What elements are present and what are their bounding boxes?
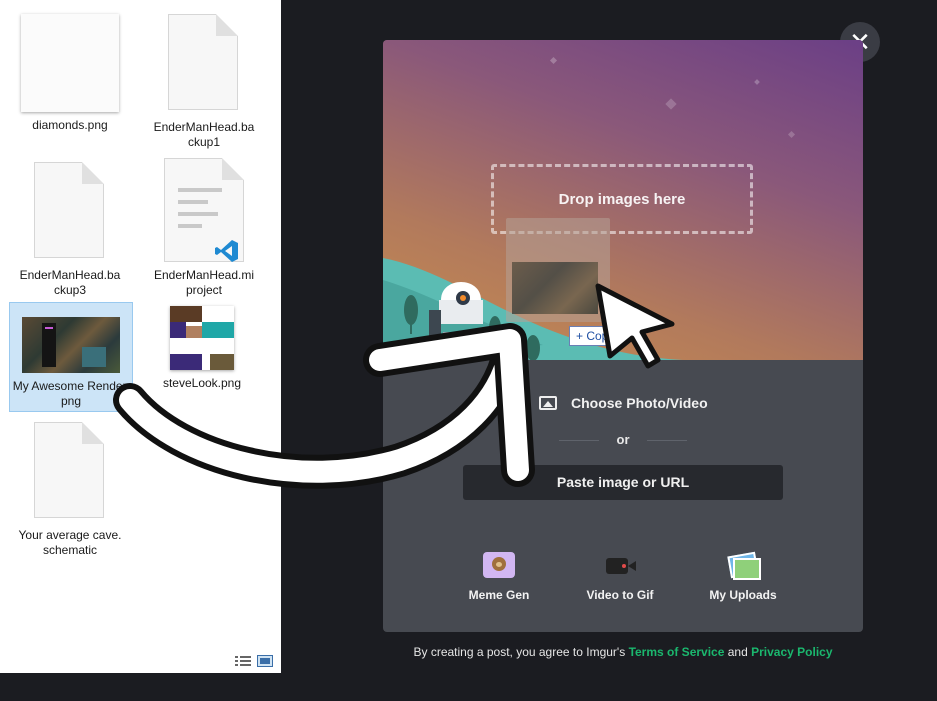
image-thumbnail xyxy=(21,14,119,112)
meme-gen-button[interactable]: Meme Gen xyxy=(444,552,554,602)
vscode-file-icon xyxy=(164,158,244,262)
file-label: EnderManHead.backup3 xyxy=(19,268,121,297)
file-label: Your average cave.schematic xyxy=(18,528,122,557)
dragged-image-thumbnail xyxy=(512,262,598,314)
file-label: EnderManHead.backup1 xyxy=(153,120,255,149)
my-uploads-icon xyxy=(727,551,761,580)
photo-icon xyxy=(539,396,557,410)
file-label: diamonds.png xyxy=(32,118,108,132)
drag-arrow-annotation xyxy=(113,323,535,489)
terms-footer: By creating a post, you agree to Imgur's… xyxy=(383,645,863,659)
file-endermanhead-miproject[interactable]: EnderManHead.miproject xyxy=(142,158,266,298)
vscode-icon xyxy=(215,240,238,262)
my-uploads-label: My Uploads xyxy=(709,588,777,602)
file-endermanhead-backup3[interactable]: EnderManHead.backup3 xyxy=(8,162,132,298)
choose-photo-video-button[interactable]: Choose Photo/Video xyxy=(539,395,708,411)
blank-file-icon xyxy=(34,422,106,522)
footer-prefix: By creating a post, you agree to Imgur's xyxy=(413,645,626,659)
file-diamonds[interactable]: diamonds.png xyxy=(8,14,132,133)
meme-gen-label: Meme Gen xyxy=(468,588,530,602)
privacy-policy-link[interactable]: Privacy Policy xyxy=(751,645,832,659)
blank-file-icon xyxy=(168,14,240,114)
terms-of-service-link[interactable]: Terms of Service xyxy=(629,645,725,659)
blank-file-icon xyxy=(34,162,106,262)
video-to-gif-icon xyxy=(604,552,636,578)
details-view-icon[interactable] xyxy=(235,655,251,667)
or-divider: or xyxy=(559,432,687,448)
mouse-cursor-icon xyxy=(595,283,675,369)
file-label: EnderManHead.miproject xyxy=(153,268,255,297)
view-toggle xyxy=(235,655,273,667)
choose-photo-video-label: Choose Photo/Video xyxy=(571,395,708,411)
large-icons-view-icon[interactable] xyxy=(257,655,273,667)
file-endermanhead-backup1[interactable]: EnderManHead.backup1 xyxy=(142,14,266,150)
footer-and: and xyxy=(727,645,748,659)
video-to-gif-button[interactable]: Video to Gif xyxy=(565,552,675,602)
tools-row: Meme Gen Video to Gif My Uploads xyxy=(383,551,863,612)
meme-gen-icon xyxy=(483,552,515,578)
drop-zone-label: Drop images here xyxy=(558,191,686,208)
video-to-gif-label: Video to Gif xyxy=(586,588,654,602)
my-uploads-button[interactable]: My Uploads xyxy=(688,551,798,602)
